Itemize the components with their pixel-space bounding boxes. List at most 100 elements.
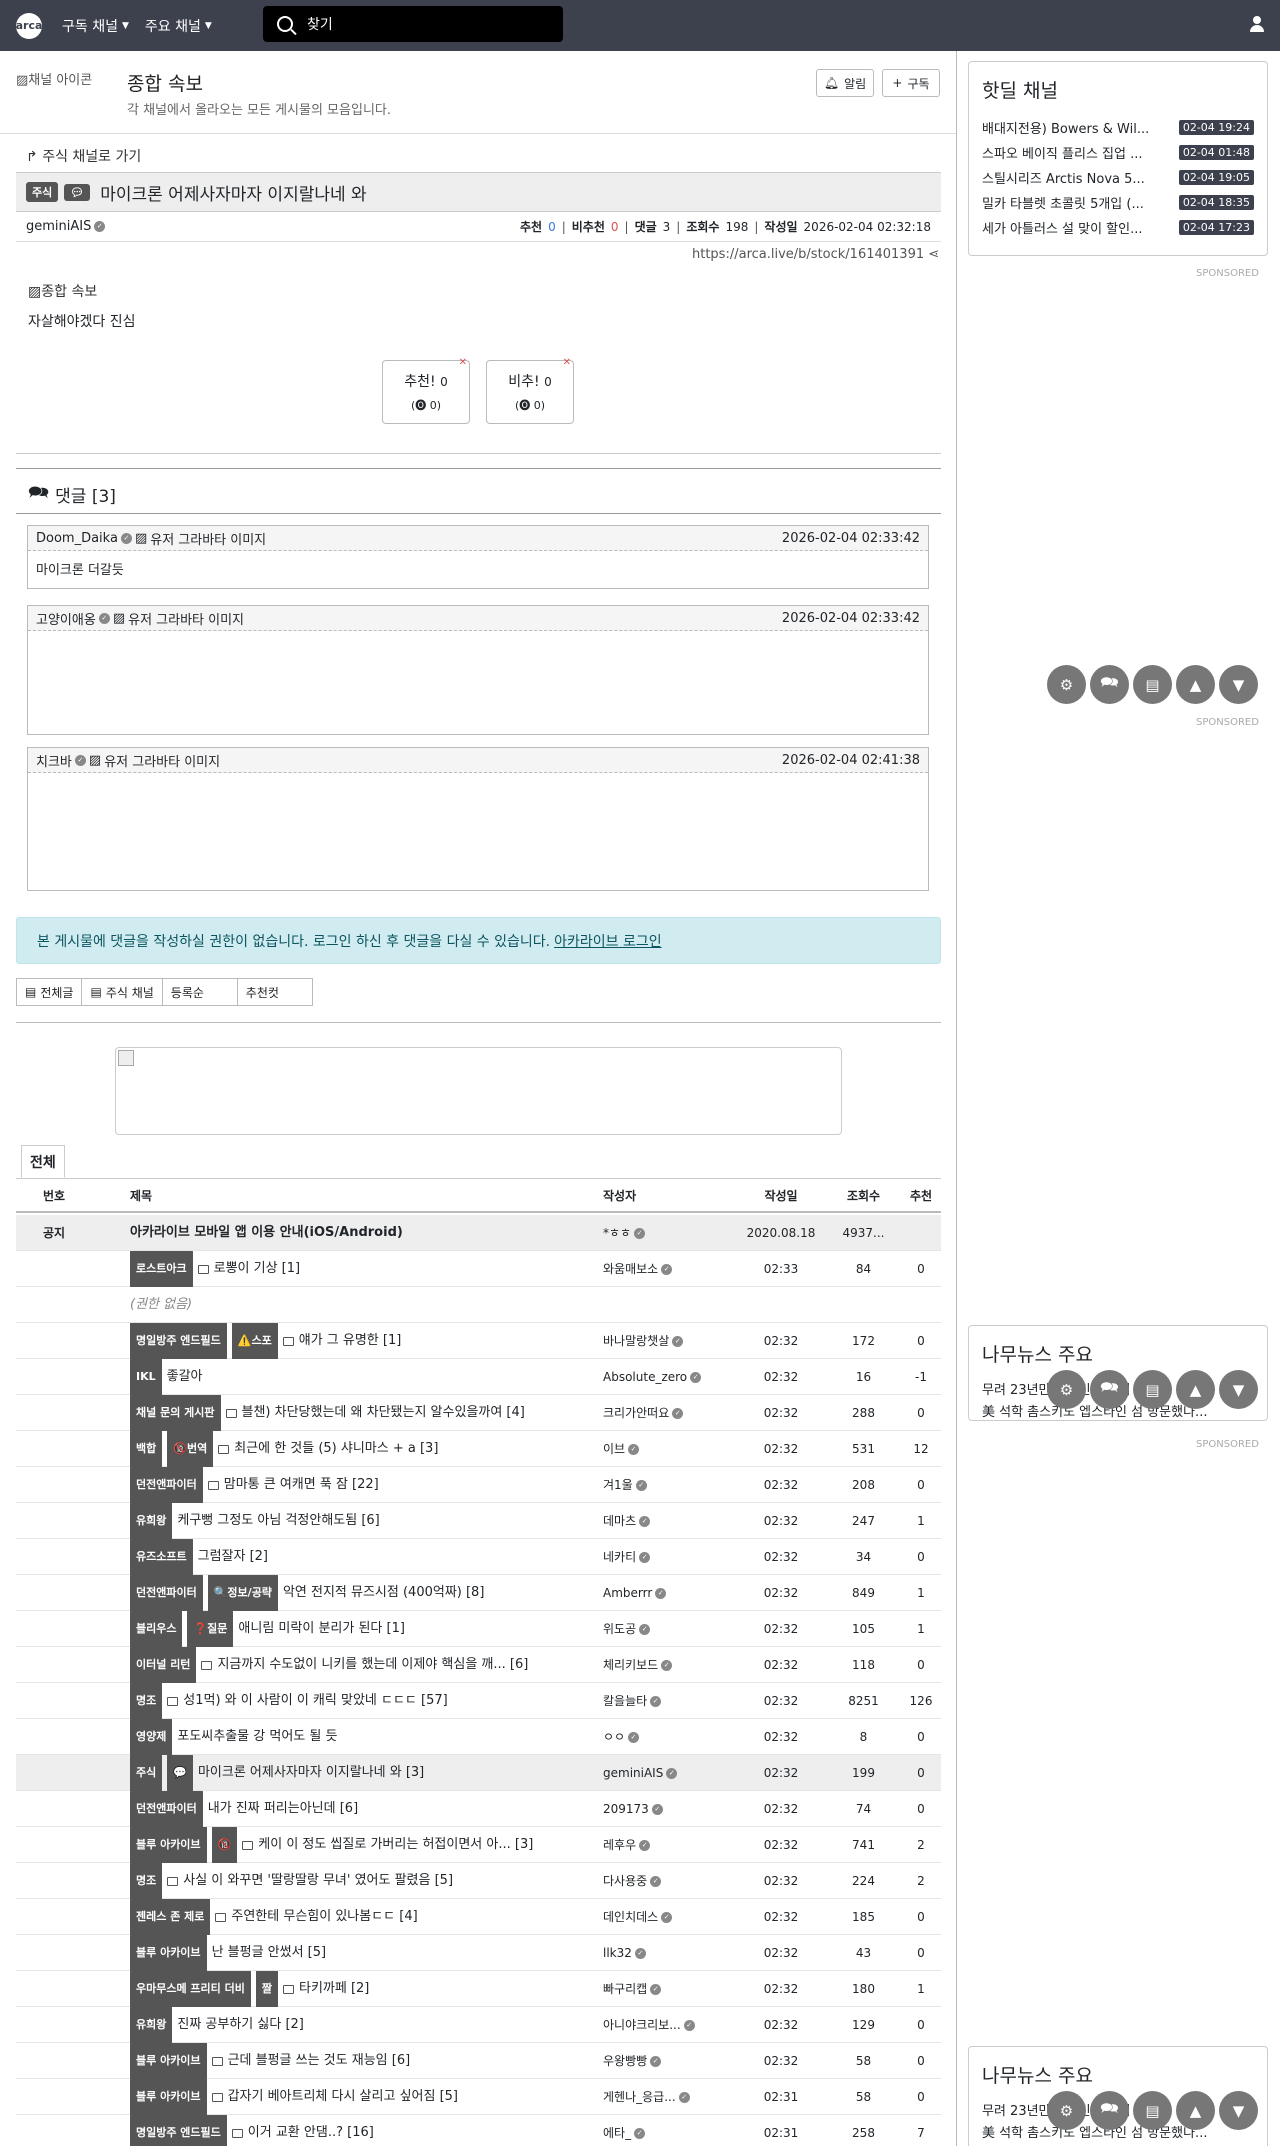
category-badge[interactable]: 채널 문의 게시판 <box>130 1395 221 1431</box>
row-author[interactable]: llk32 ✓ <box>603 1935 733 1971</box>
table-row[interactable]: 유즈소프트 그럼잘자 [2] 네카티 ✓ 02:32 34 0 <box>16 1539 941 1575</box>
row-title[interactable]: IKL 좋갈아 <box>130 1359 600 1395</box>
row-author[interactable]: 아니야크리보... ✓ <box>603 2007 733 2043</box>
row-title[interactable]: 명조 성1먹) 와 이 사람이 이 캐릭 맞았네 ㄷㄷㄷ [57] <box>130 1683 600 1719</box>
row-title-text[interactable]: 얘가 그 유명한 [1] <box>299 1323 402 1359</box>
table-row[interactable]: 우마무스메 프리티 더비 짤 타키까페 [2] 빠구리캡 ✓ 02:32 180 1 <box>16 1971 941 2007</box>
downvote-button[interactable]: 비추! 0 (🅞 0) ✕ <box>486 357 574 424</box>
filter-all-posts[interactable]: ▤ 전체글 <box>16 978 83 1006</box>
row-author[interactable]: 체리키보드 ✓ <box>603 1647 733 1683</box>
row-author[interactable]: Absolute_zero ✓ <box>603 1359 733 1395</box>
row-title[interactable]: 블루 아카이브 근데 블펑글 쓰는 것도 재능임 [6] <box>130 2043 600 2079</box>
comments-icon[interactable]: 🗪︎ <box>1090 665 1129 704</box>
hotdeal-item[interactable]: 밀카 타블렛 초콜릿 5개입 (... 02-04 18:35 <box>982 190 1254 215</box>
row-title-text[interactable]: 지금까지 수도없이 니키를 했는데 이제야 핵심을 깨... [6] <box>217 1647 528 1683</box>
category-badge[interactable]: 던전앤파이터 <box>130 1467 203 1503</box>
row-title-text[interactable]: (권한 없음) <box>130 1287 192 1323</box>
table-row[interactable]: 명일방주 엔드필드 이거 교환 안댐..? [16] 에타_ ✓ 02:31 258 7 <box>16 2115 941 2146</box>
row-title[interactable]: 유희왕 진짜 공부하기 싫다 [2] <box>130 2007 600 2043</box>
table-row[interactable]: 백합 🔞번역 최근에 한 것들 (5) 샤니마스 + a [3] 이브 ✓ 02:32 53… <box>16 1431 941 1467</box>
row-title[interactable]: 유즈소프트 그럼잘자 [2] <box>130 1539 600 1575</box>
table-row[interactable]: (권한 없음) <box>16 1287 941 1323</box>
row-title-text[interactable]: 마이크론 어제사자마자 이지랄나네 와 [3] <box>198 1755 424 1791</box>
category-badge[interactable]: 주식 <box>26 182 59 202</box>
category-badge[interactable]: 짤 <box>255 1971 278 2007</box>
row-title-text[interactable]: 진짜 공부하기 싫다 [2] <box>177 2007 304 2043</box>
category-badge[interactable]: 우마무스메 프리티 더비 <box>130 1971 251 2007</box>
hotdeal-title[interactable]: 배대지전용) Bowers & Wil... <box>982 118 1164 137</box>
goto-channel-link[interactable]: ↱ 주식 채널로 가기 <box>26 146 141 166</box>
row-title-text[interactable]: 최근에 한 것들 (5) 샤니마스 + a [3] <box>234 1431 438 1467</box>
table-row[interactable]: 명조 사실 이 와꾸면 '딸랑딸랑 무녀' 였어도 팔렸음 [5] 다사용중 ✓ 02:… <box>16 1863 941 1899</box>
board-title[interactable]: 종합 속보 <box>127 69 203 96</box>
site-logo[interactable]: arca <box>16 12 42 39</box>
row-title-text[interactable]: 블챈) 차단당했는데 왜 차단됐는지 알수있을까여 [4] <box>242 1395 525 1431</box>
category-badge[interactable]: 유희왕 <box>130 1503 173 1539</box>
notice-row[interactable]: 공지 아카라이브 모바일 앱 이용 안내(iOS/Android) *ㅎㅎ ✓ 2… <box>16 1215 941 1251</box>
row-title-text[interactable]: 로뽕이 기상 [1] <box>214 1251 300 1287</box>
row-author[interactable]: 겨1울 ✓ <box>603 1467 733 1503</box>
hotdeal-title[interactable]: 스틸시리즈 Arctis Nova 5... <box>982 168 1164 187</box>
category-badge[interactable]: 주식 <box>130 1755 163 1791</box>
category-badge[interactable]: 유희왕 <box>130 2007 173 2043</box>
alarm-button[interactable]: 🔔︎ 알림 <box>816 69 874 97</box>
row-author[interactable]: 다사용중 ✓ <box>603 1863 733 1899</box>
category-badge[interactable]: 던전앤파이터 <box>130 1791 203 1827</box>
table-row[interactable]: 젠레스 존 제로 주연한테 무슨힘이 있나봄ㄷㄷ [4] 데인치데스 ✓ 02:32 18… <box>16 1899 941 1935</box>
upvote-button[interactable]: 추천! 0 (🅞 0) ✕ <box>382 357 470 424</box>
login-link[interactable]: 아카라이브 로그인 <box>554 931 662 951</box>
hotdeal-title[interactable]: 밀카 타블렛 초콜릿 5개입 (... <box>982 193 1164 212</box>
row-title-text[interactable]: 애니림 미락이 분리가 된다 [1] <box>238 1611 405 1647</box>
row-title[interactable]: 백합 🔞번역 최근에 한 것들 (5) 샤니마스 + a [3] <box>130 1431 600 1467</box>
filter-channel[interactable]: ▤ 주식 채널 <box>82 978 163 1006</box>
table-row[interactable]: 블루 아카이브 난 블펑글 안썼서 [5] llk32 ✓ 02:32 43 0 <box>16 1935 941 1971</box>
category-badge[interactable]: 🔞 <box>211 1827 238 1863</box>
comment-author[interactable]: 치크바 <box>36 751 72 770</box>
category-badge[interactable]: 로스트아크 <box>130 1251 193 1287</box>
row-title-text[interactable]: 이거 교환 안댐..? [16] <box>248 2115 374 2146</box>
row-author[interactable] <box>603 1287 733 1323</box>
row-title-text[interactable]: 케구뻥 그정도 아님 걱정안해도됨 [6] <box>177 1503 379 1539</box>
category-badge[interactable]: 🔞번역 <box>167 1431 214 1467</box>
table-row[interactable]: 채널 문의 게시판 블챈) 차단당했는데 왜 차단됐는지 알수있을까여 [4] 크리… <box>16 1395 941 1431</box>
row-author[interactable]: 게헨나_응급... ✓ <box>603 2079 733 2115</box>
category-badge[interactable]: 던전앤파이터 <box>130 1575 203 1611</box>
category-badge[interactable]: 블루 아카이브 <box>130 2079 207 2115</box>
table-row[interactable]: 던전앤파이터 맘마통 큰 여캐면 푹 잠 [22] 겨1울 ✓ 02:32 208 0 <box>16 1467 941 1503</box>
category-badge[interactable]: 명조 <box>130 1683 163 1719</box>
best-cut-select[interactable]: 추천컷 <box>237 978 313 1006</box>
tab-all[interactable]: 전체 <box>21 1145 65 1178</box>
row-title[interactable]: 명일방주 엔드필드 ⚠️스포 얘가 그 유명한 [1] <box>130 1323 600 1359</box>
row-title-text[interactable]: 성1먹) 와 이 사람이 이 캐릭 맞았네 ㄷㄷㄷ [57] <box>183 1683 447 1719</box>
hotdeal-title[interactable]: 스파오 베이직 플리스 집업 ... <box>982 143 1164 162</box>
row-title[interactable]: 명조 사실 이 와꾸면 '딸랑딸랑 무녀' 였어도 팔렸음 [5] <box>130 1863 600 1899</box>
row-title-text[interactable]: 내가 진짜 퍼리는아닌데 [6] <box>208 1791 358 1827</box>
comments-icon[interactable]: 🗪︎ <box>1090 2091 1129 2130</box>
row-title[interactable]: 블루 아카이브 난 블펑글 안썼서 [5] <box>130 1935 600 1971</box>
row-author[interactable]: ㅇㅇ ✓ <box>603 1719 733 1755</box>
table-row[interactable]: 유희왕 케구뻥 그정도 아님 걱정안해도됨 [6] 데마츠 ✓ 02:32 247 1 <box>16 1503 941 1539</box>
list-icon[interactable]: ▤ <box>1133 1370 1172 1409</box>
category-badge[interactable]: IKL <box>130 1359 162 1395</box>
table-row[interactable]: 블루 아카이브 🔞 케이 이 정도 씹질로 가버리는 허접이면서 아... [3] 레… <box>16 1827 941 1863</box>
row-title-text[interactable]: 근데 블펑글 쓰는 것도 재능임 [6] <box>228 2043 411 2079</box>
row-author[interactable]: 칼을늘타 ✓ <box>603 1683 733 1719</box>
category-badge[interactable]: 이터널 리턴 <box>130 1647 197 1683</box>
row-title[interactable]: 블루 아카이브 갑자기 베아트리체 다시 살리고 싶어짐 [5] <box>130 2079 600 2115</box>
row-author[interactable]: 네카티 ✓ <box>603 1539 733 1575</box>
row-title[interactable]: 던전앤파이터 맘마통 큰 여캐면 푹 잠 [22] <box>130 1467 600 1503</box>
row-author[interactable]: *ㅎㅎ ✓ <box>603 1215 733 1251</box>
ad-banner[interactable] <box>115 1047 842 1135</box>
row-title[interactable]: 유희왕 케구뻥 그정도 아님 걱정안해도됨 [6] <box>130 1503 600 1539</box>
category-badge[interactable]: ❓질문 <box>187 1611 234 1647</box>
arrow-up-icon[interactable]: ▲ <box>1176 665 1215 704</box>
table-row[interactable]: 블리우스 ❓질문 애니림 미락이 분리가 된다 [1] 위도공 ✓ 02:32 105 1 <box>16 1611 941 1647</box>
article-url[interactable]: https://arca.live/b/stock/161401391 ⋖ <box>692 247 939 262</box>
row-title-text[interactable]: 주연한테 무슨힘이 있나봄ㄷㄷ [4] <box>231 1899 417 1935</box>
category-badge[interactable]: 🔍정보/공략 <box>207 1575 278 1611</box>
row-title[interactable]: 채널 문의 게시판 블챈) 차단당했는데 왜 차단됐는지 알수있을까여 [4] <box>130 1395 600 1431</box>
comment-author[interactable]: Doom_Daika <box>36 531 118 546</box>
row-title[interactable]: 던전앤파이터 🔍정보/공략 악연 전지적 뮤즈시점 (400억짜) [8] <box>130 1575 600 1611</box>
search-input[interactable]: 찾기 <box>263 6 563 42</box>
gear-icon[interactable]: ⚙ <box>1047 665 1086 704</box>
